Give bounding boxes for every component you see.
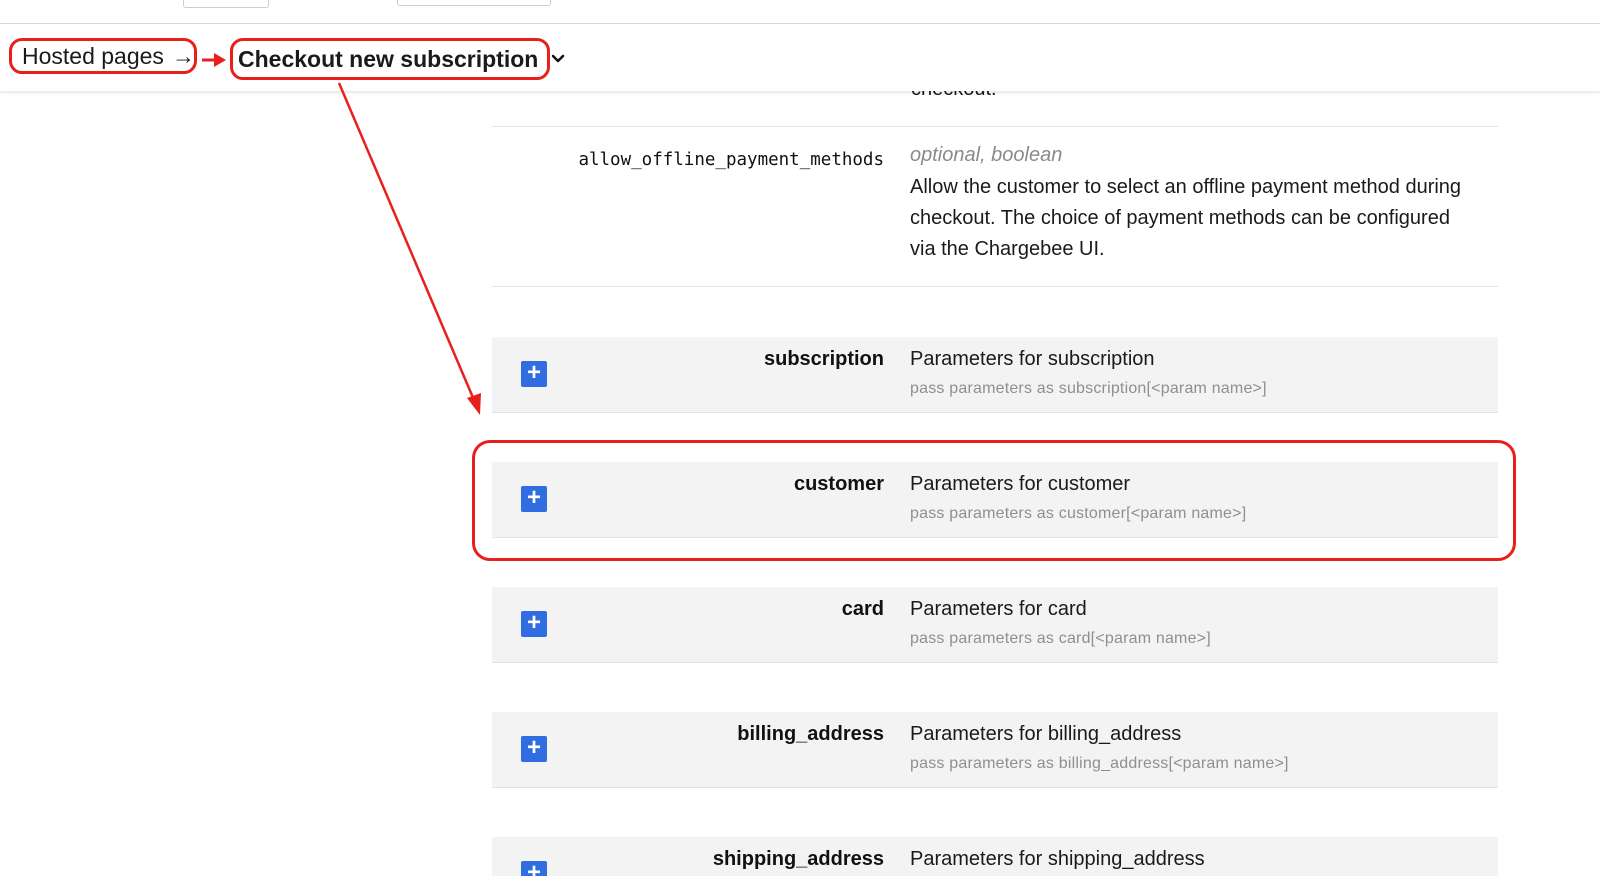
param-type: optional, boolean xyxy=(910,144,1063,166)
param-group-subscription: + subscription Parameters for subscripti… xyxy=(492,337,1498,413)
group-description: Parameters for customer xyxy=(910,473,1131,495)
expand-billing-address-button[interactable]: + xyxy=(521,736,547,762)
page-title: Checkout new subscription xyxy=(238,46,539,72)
param-group-customer: + customer Parameters for customer pass … xyxy=(492,462,1498,538)
param-name: allow_offline_payment_methods xyxy=(578,150,884,170)
breadcrumb-current-page[interactable]: Checkout new subscription xyxy=(230,38,550,80)
group-description: Parameters for card xyxy=(910,598,1087,620)
group-description: Parameters for subscription xyxy=(910,348,1155,370)
group-name: billing_address xyxy=(737,723,884,745)
expand-shipping-address-button[interactable]: + xyxy=(521,861,547,876)
group-name: shipping_address xyxy=(712,848,884,870)
group-description: Parameters for shipping_address xyxy=(910,848,1205,870)
page: checkout. allow_offline_payment_methods … xyxy=(0,0,1600,876)
group-name: subscription xyxy=(763,348,884,370)
arrow-right-icon: → xyxy=(171,43,195,69)
group-description: Parameters for billing_address xyxy=(910,723,1182,745)
param-group-billing-address: + billing_address Parameters for billing… xyxy=(492,712,1498,788)
row-divider xyxy=(492,286,1498,287)
api-reference-content: checkout. allow_offline_payment_methods … xyxy=(0,0,1600,876)
breadcrumb-hosted-pages-link[interactable]: Hosted pages → xyxy=(9,38,197,74)
param-group-card: + card Parameters for card pass paramete… xyxy=(492,587,1498,663)
group-hint: pass parameters as card[<param name>] xyxy=(910,630,1211,647)
group-hint: pass parameters as billing_address[<para… xyxy=(910,755,1289,772)
expand-subscription-button[interactable]: + xyxy=(521,361,547,387)
param-group-shipping-address: + shipping_address Parameters for shippi… xyxy=(492,837,1498,876)
expand-customer-button[interactable]: + xyxy=(521,486,547,512)
breadcrumb: Hosted pages → Checkout new subscription xyxy=(0,24,1600,91)
param-description: Allow the customer to select an offline … xyxy=(910,176,1462,260)
group-hint: pass parameters as customer[<param name>… xyxy=(910,505,1247,522)
group-hint: pass parameters as subscription[<param n… xyxy=(910,380,1267,397)
row-divider xyxy=(492,126,1498,127)
group-name: card xyxy=(841,598,884,620)
breadcrumb-parent-label: Hosted pages xyxy=(22,43,164,69)
group-name: customer xyxy=(793,473,884,495)
expand-card-button[interactable]: + xyxy=(521,611,547,637)
